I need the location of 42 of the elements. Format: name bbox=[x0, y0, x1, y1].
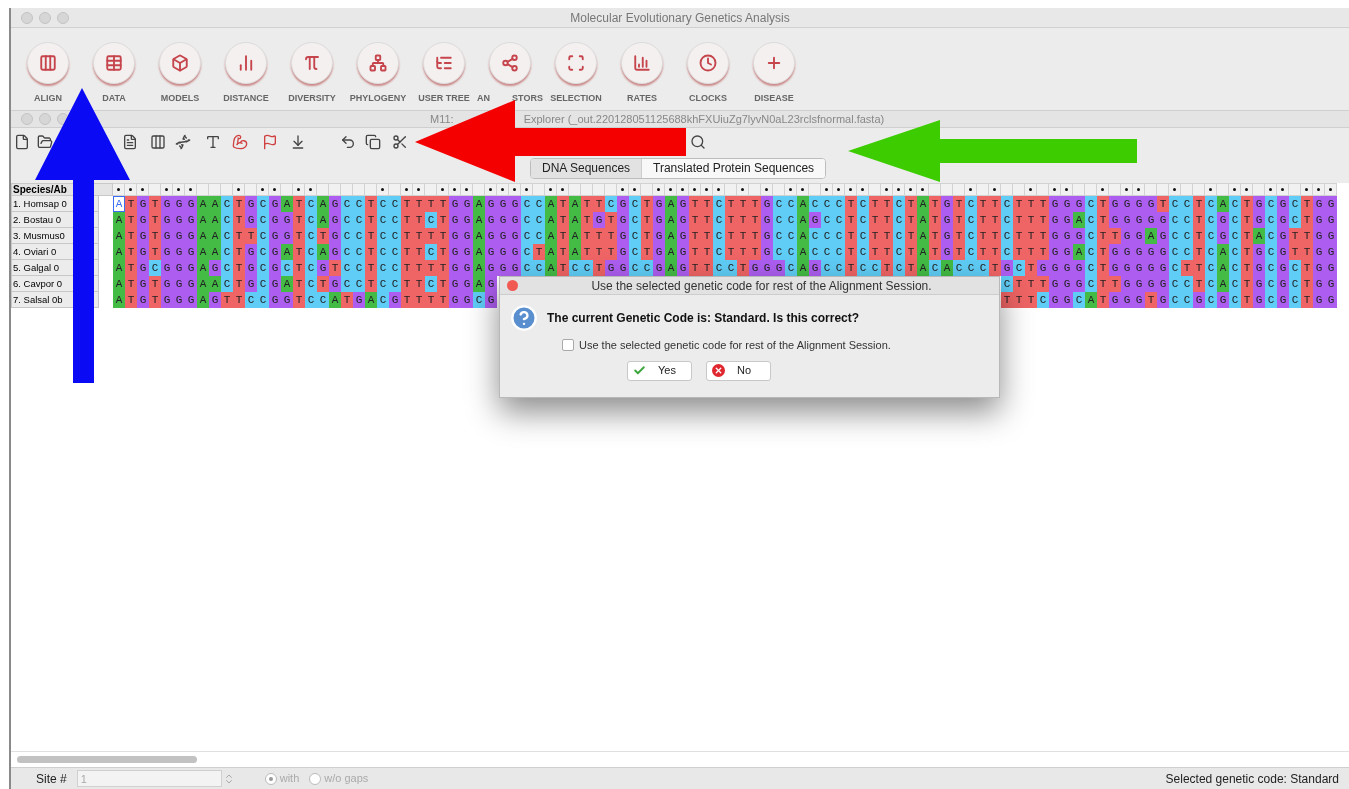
dialog-button[interactable]: No bbox=[706, 360, 771, 381]
dialog-button[interactable]: Yes bbox=[627, 360, 692, 381]
site-label: Site # bbox=[36, 770, 67, 788]
window-title: M11: bbox=[430, 111, 454, 127]
toolbar-button[interactable]: RATES bbox=[609, 42, 675, 106]
dialog-title: Use the selected genetic code for rest of the Alignment Session. bbox=[590, 277, 933, 295]
error-icon bbox=[712, 364, 725, 377]
columns-icon[interactable] bbox=[150, 134, 166, 150]
text-icon[interactable] bbox=[205, 134, 221, 150]
toolbar-button[interactable]: ALIGN bbox=[15, 42, 81, 106]
cut-icon[interactable] bbox=[392, 134, 408, 150]
checkbox-option[interactable]: Use the selected genetic code for rest of the Alignment Session. bbox=[562, 337, 999, 354]
undo-icon[interactable] bbox=[340, 134, 356, 150]
window-title: Molecular Evolutionary Genetics Analysis bbox=[570, 9, 790, 27]
toolbar-button[interactable]: DISTANCE bbox=[213, 42, 279, 106]
insert-icon[interactable] bbox=[290, 134, 306, 150]
dna-icon[interactable] bbox=[175, 134, 191, 150]
tab[interactable]: DNA Sequences bbox=[531, 158, 642, 178]
toolbar-button[interactable]: DIVERSITY bbox=[279, 42, 345, 106]
toolbar-button[interactable]: MODELS bbox=[147, 42, 213, 106]
toolbar-button[interactable]: DISEASE bbox=[741, 42, 807, 106]
toolbar-button[interactable]: AN STORS bbox=[477, 42, 543, 106]
toolbar-button[interactable]: CLOCKS bbox=[675, 42, 741, 106]
dialog-message: The current Genetic Code is: Standard. Is this correct? bbox=[547, 310, 860, 327]
close-icon[interactable] bbox=[507, 280, 518, 291]
toolbar-button[interactable]: USER TREE bbox=[411, 42, 477, 106]
flag-icon[interactable] bbox=[262, 134, 278, 150]
search-icon[interactable] bbox=[690, 134, 706, 150]
tab[interactable]: Translated Protein Sequences bbox=[641, 158, 826, 178]
toolbar-button[interactable]: SELECTION bbox=[543, 42, 609, 106]
check-icon bbox=[633, 364, 646, 377]
document-icon[interactable] bbox=[122, 134, 138, 150]
genetic-code-status: Selected genetic code: Standard bbox=[1165, 770, 1339, 788]
copy-icon[interactable] bbox=[365, 134, 381, 150]
folder-icon[interactable] bbox=[37, 134, 53, 150]
toolbar-button[interactable]: DATA bbox=[81, 42, 147, 106]
window-title: Explorer (_out.220128051125688khFXUiuZg7lyvN0aL23rclsfnormal.fasta) bbox=[523, 111, 885, 127]
question-icon bbox=[510, 304, 538, 332]
arm-icon[interactable] bbox=[232, 134, 248, 150]
new-file-icon[interactable] bbox=[14, 134, 30, 150]
scrollbar-thumb[interactable] bbox=[17, 756, 197, 763]
toolbar-button[interactable]: PHYLOGENY bbox=[345, 42, 411, 106]
